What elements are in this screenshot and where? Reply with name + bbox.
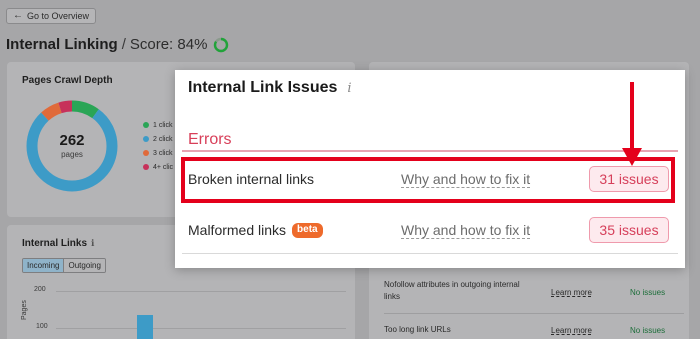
y-tick-label: 200 [34,286,46,293]
issue-row-malformed-links: Malformed links beta Why and how to fix … [175,207,685,255]
popup-title-row: Internal Link Issues i [188,79,352,97]
learn-more-link[interactable]: Learn more [551,326,592,335]
legend-label: 4+ clic [153,163,174,171]
row-divider [384,313,684,314]
errors-section-label: Errors [188,131,232,148]
y-axis-title: Pages [21,300,28,320]
arrow-left-icon: ← [13,10,23,21]
right-row-label: Nofollow attributes in outgoing internal… [384,280,520,301]
row-divider [182,253,678,254]
why-and-how-to-fix-link[interactable]: Why and how to fix it [401,222,531,239]
crawl-depth-unit: pages [61,150,83,159]
legend-dot [143,122,149,128]
issue-name-text: Malformed links [188,222,287,238]
legend-label: 3 click [153,149,173,157]
info-icon[interactable]: i [347,81,351,96]
legend-dot [143,150,149,156]
status-no-issues: No issues [630,288,666,297]
annotation-highlight-box [181,157,675,203]
legend-item: 1 click [143,118,173,132]
legend-item: 4+ clic [143,160,173,174]
gridline [56,328,346,329]
legend-dot [143,136,149,142]
crawl-depth-legend: 1 click 2 click 3 click 4+ clic [143,118,173,174]
links-direction-toggle: Incoming Outgoing [22,258,106,273]
go-to-overview-button[interactable]: ← Go to Overview [6,8,97,24]
internal-links-title: Internal Links [22,238,88,249]
internal-links-title-row: Internal Links ℹ [22,238,94,249]
tab-incoming[interactable]: Incoming [23,259,65,272]
chart-bar [137,315,153,339]
learn-more-link[interactable]: Learn more [551,288,592,297]
legend-dot [143,164,149,170]
page-title-text: Internal Linking [6,36,118,53]
issue-name: Malformed links beta [188,222,323,238]
title-separator: / [121,36,126,53]
gridline [56,291,346,292]
score-ring-icon [214,37,229,52]
legend-item: 2 click [143,132,173,146]
y-tick-label: 100 [36,323,48,330]
status-no-issues: No issues [630,326,666,335]
beta-badge: beta [292,222,323,238]
issue-count-button[interactable]: 35 issues [589,217,669,243]
tab-outgoing[interactable]: Outgoing [64,259,105,272]
legend-label: 2 click [153,135,173,143]
annotation-arrow-head [622,148,642,166]
page-title: Internal Linking / Score: 84% [6,36,229,53]
info-icon[interactable]: ℹ [91,238,94,249]
score-text: Score: 84% [129,36,208,53]
legend-label: 1 click [153,121,173,129]
right-row-label: Too long link URLs [384,325,451,334]
legend-item: 3 click [143,146,173,160]
pages-crawl-depth-title: Pages Crawl Depth [22,75,113,86]
popup-title: Internal Link Issues [188,79,338,96]
go-to-overview-label: Go to Overview [27,11,90,21]
errors-underline [182,150,678,152]
crawl-depth-total: 262 [59,132,85,149]
annotation-arrow-shaft [630,82,634,150]
